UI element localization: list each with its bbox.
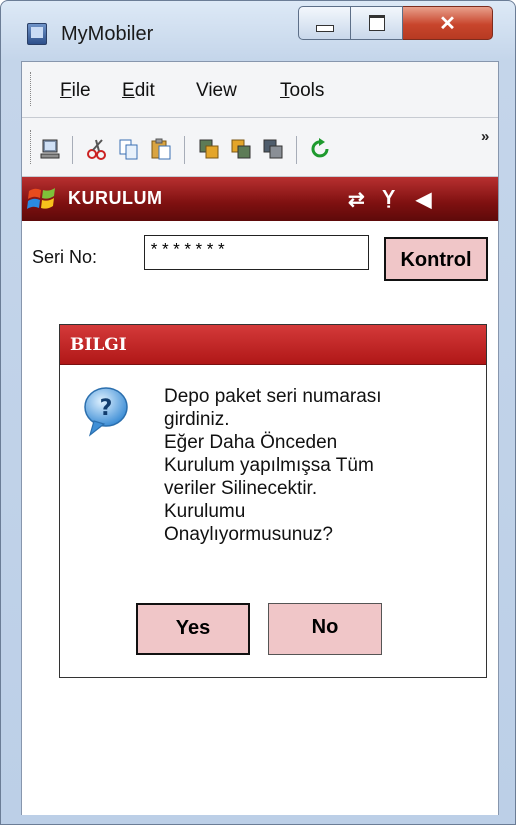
toolbar-separator [72, 136, 73, 164]
yes-button[interactable]: Yes [136, 603, 250, 655]
device-app-title: KURULUM [68, 188, 163, 208]
message-line: Kurulum yapılmışsa Tüm [164, 455, 374, 476]
toolbar: » [22, 118, 498, 177]
menu-file-rest: ile [71, 80, 91, 101]
info-dialog: BILGI ? Depo paket seri numarası girdini… [59, 324, 487, 678]
screenshot-icon[interactable] [262, 138, 284, 160]
menu-edit[interactable]: Edit [122, 80, 155, 102]
serial-input[interactable]: ******* [144, 235, 369, 270]
connect-device-icon[interactable] [40, 138, 62, 160]
svg-text:?: ? [100, 396, 113, 421]
title-bar[interactable]: MyMobiler ✕ [1, 1, 515, 59]
client-area: File Edit View Tools » KURULUM ⇄ Ỵ ◀ Ser… [21, 61, 499, 815]
message-line: Kurulumu [164, 501, 246, 522]
refresh-icon[interactable] [310, 138, 332, 160]
copy-from-device-icon[interactable] [198, 138, 220, 160]
app-icon [27, 23, 47, 45]
close-icon: ✕ [439, 12, 456, 35]
dialog-title: BILGI [70, 335, 127, 355]
menu-view[interactable]: View [196, 80, 237, 102]
menu-edit-rest: dit [134, 80, 155, 101]
serial-label: Seri No: [32, 247, 98, 267]
message-line: veriler Silinecektir. [164, 478, 318, 499]
signal-off-icon: Ỵ [382, 187, 396, 209]
copy-icon[interactable] [118, 138, 140, 160]
device-screen: KURULUM ⇄ Ỵ ◀ Seri No: ******* Kontrol B… [22, 177, 498, 815]
windows-start-icon[interactable] [26, 183, 58, 215]
message-line: Onaylıyormusunuz? [164, 524, 333, 545]
minimize-icon [315, 24, 334, 32]
kontrol-button[interactable]: Kontrol [384, 237, 488, 281]
maximize-icon [368, 15, 385, 31]
toolbar-overflow-button[interactable]: » [481, 128, 489, 145]
paste-icon[interactable] [150, 138, 172, 160]
toolbar-separator [184, 136, 185, 164]
toolbar-separator [296, 136, 297, 164]
copy-to-device-icon[interactable] [230, 138, 252, 160]
window-title: MyMobiler [61, 23, 154, 45]
menu-bar: File Edit View Tools [22, 62, 498, 118]
message-line: Depo paket seri numarası [164, 386, 382, 407]
connectivity-icon: ⇄ [348, 189, 365, 211]
volume-icon: ◀ [416, 189, 432, 211]
menu-tools-rest: ools [289, 80, 325, 101]
mymobiler-window: MyMobiler ✕ File Edit View Tools » KURUL… [0, 0, 516, 825]
menu-tools[interactable]: Tools [280, 80, 324, 102]
menu-grip[interactable] [30, 72, 33, 106]
menu-file[interactable]: File [60, 80, 91, 102]
device-title-bar: KURULUM ⇄ Ỵ ◀ [22, 177, 498, 221]
dialog-title-bar: BILGI [60, 325, 486, 365]
minimize-button[interactable] [298, 6, 351, 40]
message-line: Eğer Daha Önceden [164, 432, 338, 453]
no-button[interactable]: No [268, 603, 382, 655]
maximize-button[interactable] [351, 6, 403, 40]
dialog-message: Depo paket seri numarası girdiniz. Eğer … [164, 385, 472, 546]
toolbar-grip[interactable] [30, 130, 33, 164]
message-line: girdiniz. [164, 409, 230, 430]
question-icon: ? [82, 385, 130, 439]
cut-icon[interactable] [86, 138, 108, 160]
close-button[interactable]: ✕ [403, 6, 493, 40]
